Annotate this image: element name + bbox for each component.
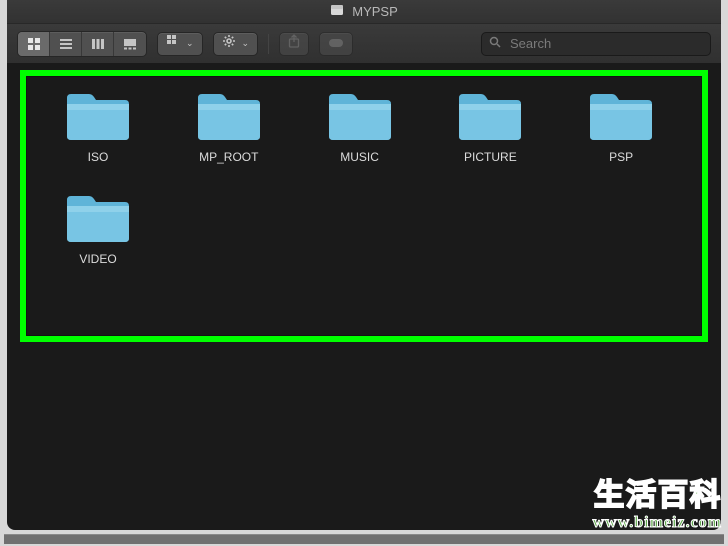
folder-item-video[interactable]: VIDEO [43, 192, 153, 266]
finder-window: MYPSP [7, 0, 721, 530]
action-dropdown[interactable]: ⌄ [213, 32, 259, 56]
folder-label: PICTURE [464, 150, 517, 164]
search-field-wrap [481, 32, 711, 56]
tags-button[interactable] [319, 32, 353, 56]
drive-icon [330, 3, 344, 20]
page-frame-border [4, 534, 724, 544]
folder-label: MUSIC [340, 150, 379, 164]
folder-icon [457, 90, 523, 142]
toolbar: ⌄ ⌄ [7, 24, 721, 64]
folder-icon [65, 192, 131, 244]
folder-grid: ISO MP_ROOT MUSIC PICTURE [19, 76, 709, 280]
folder-item-mproot[interactable]: MP_ROOT [174, 90, 284, 164]
list-icon [59, 37, 73, 51]
icon-view-button[interactable] [18, 32, 50, 56]
gear-icon [222, 34, 236, 53]
view-mode-segmented [17, 31, 147, 57]
grid-icon [27, 37, 41, 51]
share-button[interactable] [279, 32, 309, 56]
folder-item-psp[interactable]: PSP [566, 90, 676, 164]
chevron-down-icon: ⌄ [186, 38, 194, 49]
window-title: MYPSP [352, 4, 398, 19]
search-input[interactable] [481, 32, 711, 56]
folder-icon [327, 90, 393, 142]
toolbar-divider [268, 34, 269, 54]
folder-label: VIDEO [79, 252, 116, 266]
column-view-button[interactable] [82, 32, 114, 56]
tag-icon [328, 35, 344, 53]
share-icon [288, 34, 300, 53]
columns-icon [91, 37, 105, 51]
gallery-view-button[interactable] [114, 32, 146, 56]
chevron-down-icon: ⌄ [242, 38, 250, 49]
folder-label: PSP [609, 150, 633, 164]
folder-item-music[interactable]: MUSIC [305, 90, 415, 164]
folder-item-iso[interactable]: ISO [43, 90, 153, 164]
list-view-button[interactable] [50, 32, 82, 56]
gallery-icon [123, 37, 137, 51]
folder-label: ISO [88, 150, 109, 164]
arrange-dropdown[interactable]: ⌄ [157, 32, 203, 56]
folder-icon [588, 90, 654, 142]
arrange-icon [166, 34, 180, 53]
titlebar[interactable]: MYPSP [7, 0, 721, 24]
folder-item-picture[interactable]: PICTURE [435, 90, 545, 164]
folder-icon [196, 90, 262, 142]
content-area[interactable]: ISO MP_ROOT MUSIC PICTURE [7, 64, 721, 292]
folder-icon [65, 90, 131, 142]
folder-label: MP_ROOT [199, 150, 258, 164]
